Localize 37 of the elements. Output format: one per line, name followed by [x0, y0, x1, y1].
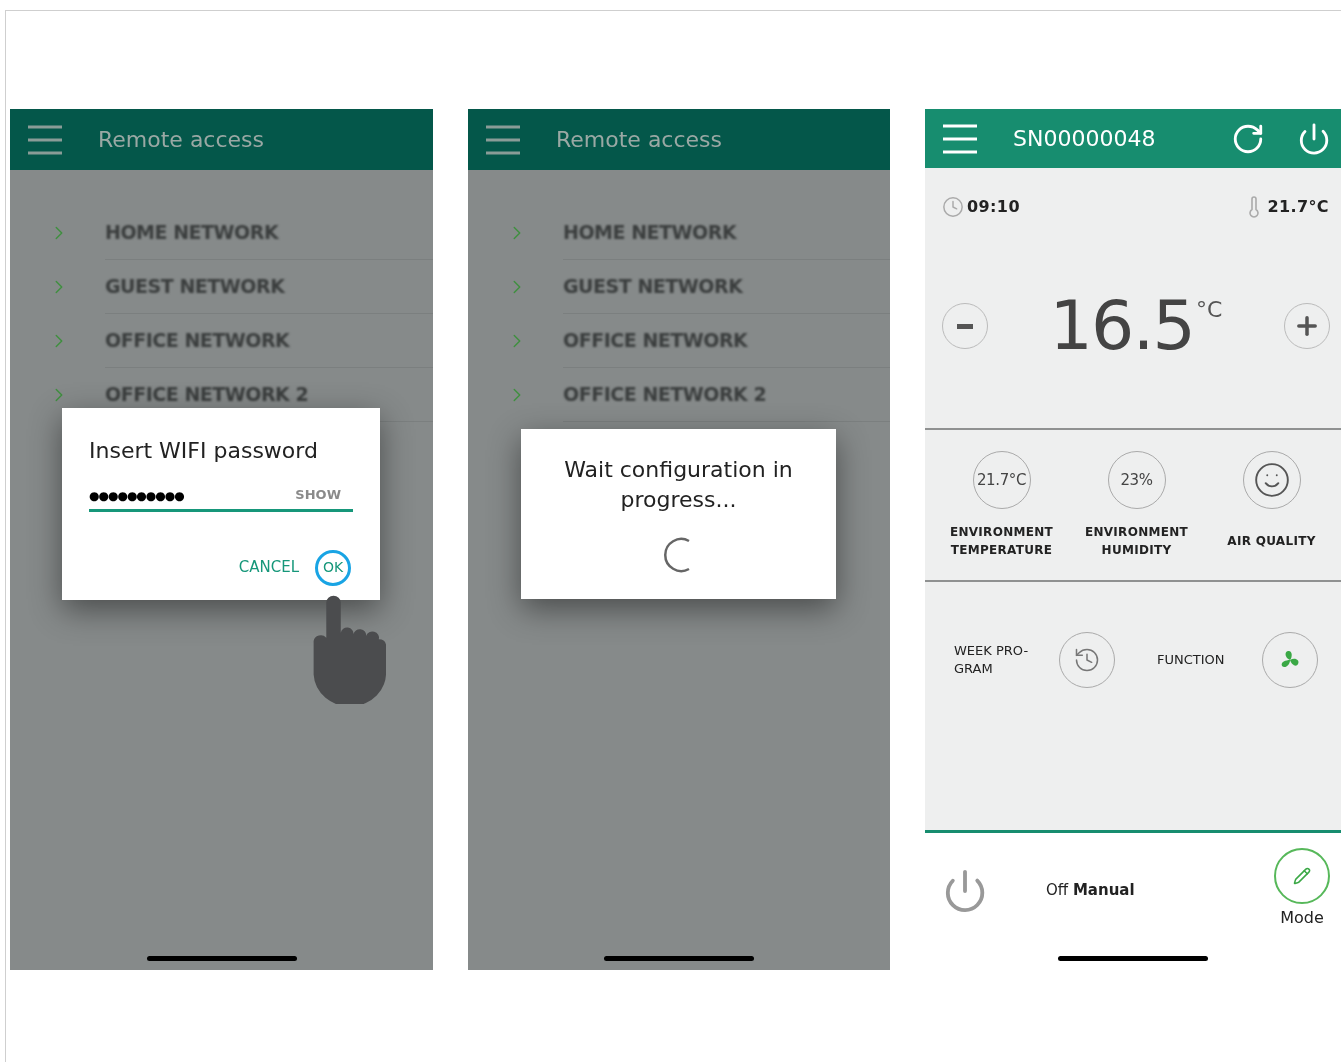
clock-history-icon	[1073, 646, 1101, 674]
header-title: Remote access	[556, 126, 722, 154]
mode-button[interactable]	[1274, 847, 1330, 904]
network-name: GUEST NETWORK	[105, 274, 285, 300]
network-name: HOME NETWORK	[105, 220, 279, 246]
network-name: OFFICE NETWORK 2	[105, 382, 309, 408]
network-name: HOME NETWORK	[563, 220, 737, 246]
minus-icon	[957, 323, 973, 329]
network-name: OFFICE NETWORK 2	[563, 382, 767, 408]
menu-icon[interactable]	[486, 124, 520, 155]
header-title: SN00000048	[1013, 125, 1156, 153]
setpoint-temperature: 16.5	[1049, 291, 1195, 361]
ok-button[interactable]: OK	[315, 549, 351, 586]
progress-message: Wait configuration in progress...	[563, 456, 794, 514]
setpoint-unit: °C	[1196, 296, 1223, 324]
reading-label: ENVIRONMENT TEMPERATURE	[948, 524, 1055, 559]
reading-label: AIR QUALITY	[1226, 533, 1317, 550]
network-name: OFFICE NETWORK	[105, 328, 290, 354]
room-temperature: 21.7°C	[1267, 196, 1329, 218]
smiley-icon	[1252, 461, 1291, 499]
pencil-icon	[1293, 866, 1311, 885]
current-time: 09:10	[967, 196, 1020, 218]
clock-icon	[942, 196, 964, 218]
network-name: OFFICE NETWORK	[563, 328, 748, 354]
shortcut-label: WEEK PRO-GRAM	[954, 642, 1030, 678]
menu-icon[interactable]	[28, 124, 62, 155]
cancel-button[interactable]: CANCEL	[238, 556, 299, 579]
header-title: Remote access	[98, 126, 264, 154]
power-icon[interactable]	[1297, 121, 1331, 156]
reading-label: ENVIRONMENT HUMIDITY	[1083, 524, 1190, 559]
network-name: GUEST NETWORK	[563, 274, 743, 300]
show-password-button[interactable]: SHOW	[295, 485, 353, 505]
dialog-title: Insert WIFI password	[89, 437, 319, 465]
status-text: Off Manual	[1046, 880, 1135, 902]
mode-label: Mode	[1280, 906, 1324, 929]
shortcut-label: FUNCTION	[1157, 651, 1226, 669]
password-field[interactable]: ●●●●●●●●●●	[89, 486, 184, 505]
